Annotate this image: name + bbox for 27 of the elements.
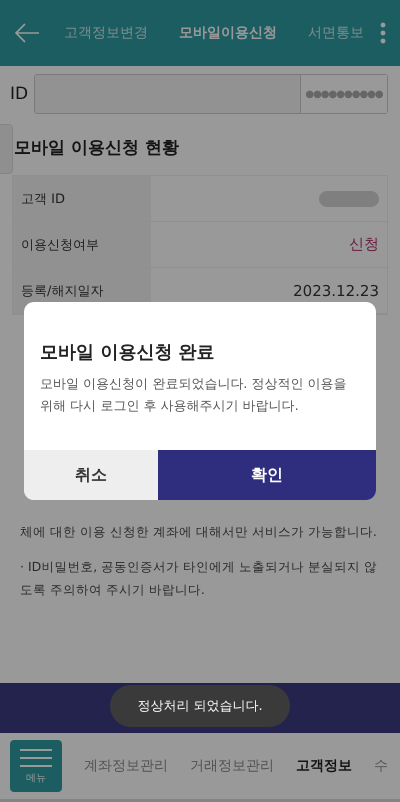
menu-icon: [19, 748, 53, 768]
toast-message: 정상처리 되었습니다.: [110, 685, 290, 727]
id-field[interactable]: ●●●●●●●●●●: [34, 74, 388, 114]
bottom-tab[interactable]: 계좌정보관리: [84, 757, 168, 775]
row-value: 2023.12.23: [293, 282, 379, 300]
bottom-tab[interactable]: 고객정보: [296, 757, 352, 775]
row-value: 신청: [349, 235, 379, 254]
row-label: 이용신청여부: [13, 222, 151, 267]
dialog-title: 모바일 이용신청 완료: [39, 341, 216, 365]
header-tab[interactable]: 모바일이용신청: [179, 24, 277, 42]
dialog-button[interactable]: 취소: [24, 450, 158, 500]
header-tab[interactable]: 고객정보변경: [64, 24, 148, 42]
notice-text: 체에 대한 이용 신청한 계좌에 대해서만 서비스가 가능합니다.: [20, 523, 378, 541]
dialog-message: 모바일 이용신청이 완료되었습니다. 정상적인 이용을 위해 다시 로그인 후 사용해주시기 바랍니다.: [39, 376, 348, 416]
header-tab[interactable]: 서면통보: [308, 24, 364, 42]
bottom-tab[interactable]: 거래정보관리: [190, 757, 274, 775]
id-label: ID: [10, 84, 28, 104]
back-arrow-icon[interactable]: [14, 23, 40, 43]
bottom-tab[interactable]: 수: [374, 757, 388, 775]
section-title: 모바일 이용신청 현황: [14, 137, 179, 159]
notice-text: · ID비밀번호, 공동인증서가 타인에게 노출되거나 분실되지 않도록 주의하여 주시기 바랍니다.: [20, 558, 378, 599]
menu-button[interactable]: 메뉴: [10, 740, 62, 792]
more-options-icon[interactable]: [380, 22, 386, 44]
blurred-value: [319, 190, 379, 206]
row-label: 고객 ID: [13, 176, 151, 221]
dialog-button[interactable]: 확인: [158, 450, 376, 500]
password-field[interactable]: ●●●●●●●●●●: [300, 75, 387, 113]
